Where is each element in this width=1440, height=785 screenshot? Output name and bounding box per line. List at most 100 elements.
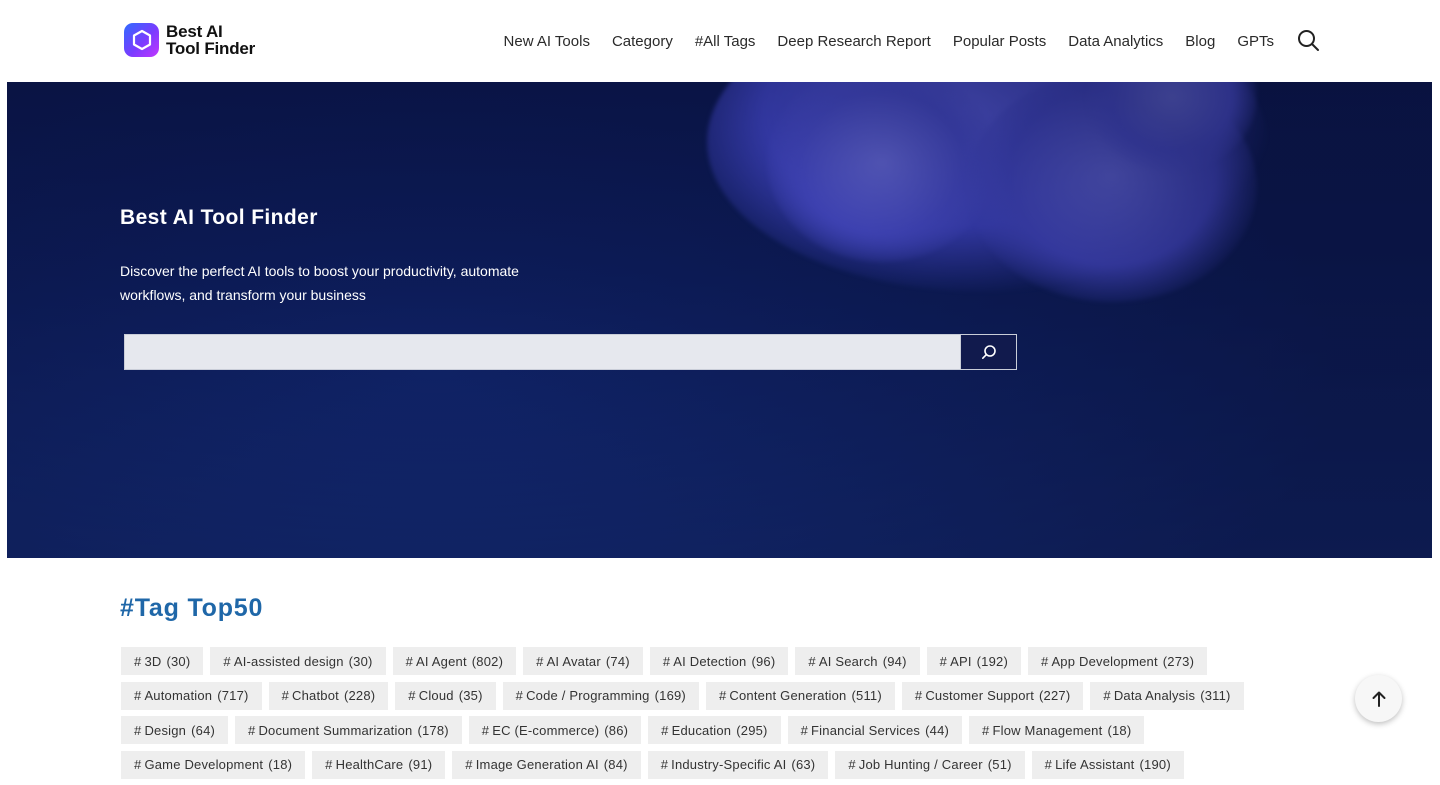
tag-count: (51) — [987, 757, 1012, 772]
tag-count: (84) — [603, 757, 628, 772]
tag-name: Data Analysis — [1113, 688, 1196, 703]
hash-icon: # — [465, 757, 473, 772]
tag-link[interactable]: # Flow Management (18) — [969, 716, 1145, 744]
hash-icon: # — [515, 688, 524, 703]
hero-overlay — [7, 82, 1432, 558]
tag-link[interactable]: # Financial Services (44) — [787, 716, 963, 744]
tag-name: Cloud — [418, 688, 454, 703]
tag-link[interactable]: # AI Agent (802) — [392, 647, 517, 675]
hash-icon: # — [134, 688, 142, 703]
site-header: Best AI Tool Finder New AI Tools Categor… — [0, 0, 1440, 82]
logo-line-2: Tool Finder — [166, 39, 256, 58]
tag-count: (511) — [851, 688, 882, 703]
hash-icon: # — [848, 757, 856, 772]
tag-link[interactable]: # Image Generation AI (84) — [452, 750, 641, 779]
nav-blog[interactable]: Blog — [1185, 33, 1215, 50]
tag-name: Document Summarization — [258, 722, 413, 738]
logo-wordmark: Best AI Tool Finder — [166, 23, 255, 57]
tag-link[interactable]: # AI Search (94) — [795, 647, 920, 675]
tag-link[interactable]: # Cloud (35) — [395, 681, 496, 710]
search-icon — [981, 345, 996, 359]
tag-name: App Development — [1051, 653, 1158, 669]
search-input[interactable] — [124, 334, 960, 370]
nav-popular-posts[interactable]: Popular Posts — [953, 33, 1046, 50]
tag-name: AI Avatar — [546, 653, 601, 669]
tag-count: (228) — [343, 688, 376, 703]
tag-name: Design — [144, 722, 187, 738]
arrow-up-icon — [1372, 691, 1385, 707]
tag-link[interactable]: # AI-assisted design (30) — [210, 647, 386, 675]
tag-row: #3D (30) # AI-assisted design (30) # AI Agen… — [121, 647, 1261, 675]
tag-link[interactable]: # Document Summarization (178) — [235, 716, 462, 744]
tag-link[interactable]: # Automation (717) — [121, 681, 262, 710]
tag-count: (273) — [1162, 653, 1195, 669]
search-icon[interactable] — [1296, 28, 1320, 52]
hash-icon: # — [914, 688, 923, 703]
tag-row: # Design (64) # Document Summarization (178)… — [121, 716, 1261, 744]
hash-icon: # — [281, 688, 289, 703]
tag-count: (30) — [166, 653, 191, 669]
nav-data-analytics[interactable]: Data Analytics — [1068, 33, 1163, 50]
tag-link[interactable]: # HealthCare (91) — [312, 750, 446, 779]
tag-count: (30) — [348, 653, 373, 669]
tag-link[interactable]: # App Development (273) — [1028, 647, 1208, 675]
tag-count: (18) — [1107, 722, 1132, 738]
tag-count: (295) — [736, 722, 768, 738]
tag-link[interactable]: # API (192) — [926, 647, 1021, 675]
hash-icon: # — [536, 653, 544, 669]
site-logo[interactable]: Best AI Tool Finder — [124, 23, 255, 57]
tag-link[interactable]: # Job Hunting / Career (51) — [835, 750, 1025, 779]
hash-icon: # — [1103, 688, 1111, 703]
tag-name: AI-assisted design — [233, 653, 344, 669]
nav-new-ai-tools[interactable]: New AI Tools — [504, 33, 590, 50]
tag-count: (178) — [417, 722, 449, 738]
tag-link[interactable]: # Industry-Specific AI (63) — [647, 750, 829, 779]
nav-deep-research-report[interactable]: Deep Research Report — [777, 33, 930, 50]
tag-link[interactable]: # AI Detection (96) — [649, 647, 789, 675]
nav-all-tags[interactable]: #All Tags — [695, 33, 756, 50]
tag-link[interactable]: # Life Assistant (190) — [1031, 750, 1184, 779]
tag-row: # Automation (717) # Chatbot (228) # Cloud (35… — [121, 681, 1261, 710]
tag-name: EC (E-commerce) — [492, 722, 600, 738]
back-to-top-button[interactable] — [1355, 675, 1402, 722]
tag-link[interactable]: # Content Generation (511) — [705, 681, 895, 710]
hash-icon: # — [662, 653, 671, 669]
logo-line-1: Best AI — [166, 22, 223, 41]
tag-name: Customer Support — [925, 688, 1035, 703]
tag-name: Education — [671, 722, 732, 738]
tag-name: Automation — [144, 688, 213, 703]
hexagon-logo-icon — [124, 23, 159, 57]
tag-count: (74) — [605, 653, 630, 669]
tag-link[interactable]: # Customer Support (227) — [901, 681, 1084, 710]
tag-name: 3D — [144, 653, 162, 669]
tag-count: (227) — [1039, 688, 1071, 703]
hero-description: Discover the perfect AI tools to boost y… — [120, 263, 519, 303]
search-submit-button[interactable] — [960, 334, 1017, 370]
tag-link[interactable]: #3D (30) — [121, 647, 204, 675]
nav-category[interactable]: Category — [612, 33, 673, 50]
tag-link[interactable]: # Chatbot (228) — [268, 681, 389, 710]
tag-link[interactable]: # Code / Programming (169) — [502, 681, 699, 710]
tag-link[interactable]: # Game Development (18) — [121, 750, 306, 779]
tag-count: (190) — [1139, 757, 1171, 772]
tag-name: Job Hunting / Career — [858, 757, 983, 772]
tag-link[interactable]: # AI Avatar (74) — [523, 647, 643, 675]
tag-count: (169) — [654, 688, 686, 703]
hero-search-form — [124, 334, 1017, 370]
hash-icon: # — [661, 722, 669, 738]
tag-link[interactable]: # Data Analysis (311) — [1090, 681, 1244, 710]
tag-count: (18) — [268, 757, 293, 772]
tag-link[interactable]: # Design (64) — [121, 716, 229, 744]
tag-name: API — [950, 653, 972, 669]
tag-count: (44) — [925, 722, 950, 738]
hash-icon: # — [223, 653, 231, 669]
tag-link[interactable]: # Education (295) — [648, 716, 781, 744]
tag-count: (802) — [471, 653, 504, 669]
tag-count: (192) — [976, 653, 1008, 669]
hash-icon: # — [408, 688, 416, 703]
tag-name: Chatbot — [292, 688, 339, 703]
nav-gpts[interactable]: GPTs — [1237, 33, 1274, 50]
tag-name: Flow Management — [992, 722, 1103, 738]
tag-link[interactable]: # EC (E-commerce) (86) — [468, 716, 642, 744]
tag-count: (63) — [791, 757, 816, 772]
